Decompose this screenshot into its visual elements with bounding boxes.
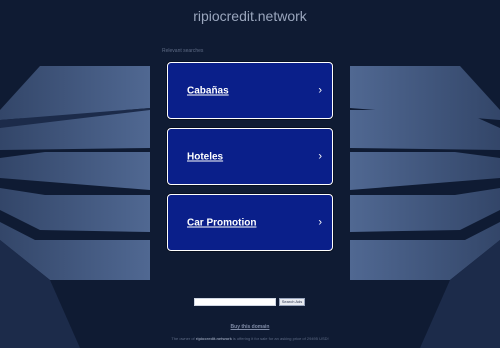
sale-prefix: The owner of [171,336,196,341]
search-card-label[interactable]: Hoteles [187,151,223,162]
right-panels [350,66,500,280]
chevron-right-icon: › [318,84,322,96]
search-card-car-promotion[interactable]: Car Promotion › [167,194,333,251]
sale-notice: The owner of ripiocredit.network is offe… [0,336,500,341]
chevron-right-icon: › [318,216,322,228]
search-card-label[interactable]: Cabañas [187,85,229,96]
buy-domain-link[interactable]: Buy this domain [0,324,500,330]
search-ads-button[interactable]: Search Ads [279,298,305,306]
chevron-right-icon: › [318,150,322,162]
left-panels [0,66,150,280]
sale-suffix: is offering it for sale for an asking pr… [231,336,329,341]
relevant-searches-heading: Relevant searches [162,48,204,54]
sale-domain: ripiocredit.network [195,336,232,341]
search-card-hoteles[interactable]: Hoteles › [167,128,333,185]
search-card-label[interactable]: Car Promotion [187,217,256,228]
search-card-cabanas[interactable]: Cabañas › [167,62,333,119]
search-input[interactable] [194,298,276,306]
site-title: ripiocredit.network [193,8,307,24]
